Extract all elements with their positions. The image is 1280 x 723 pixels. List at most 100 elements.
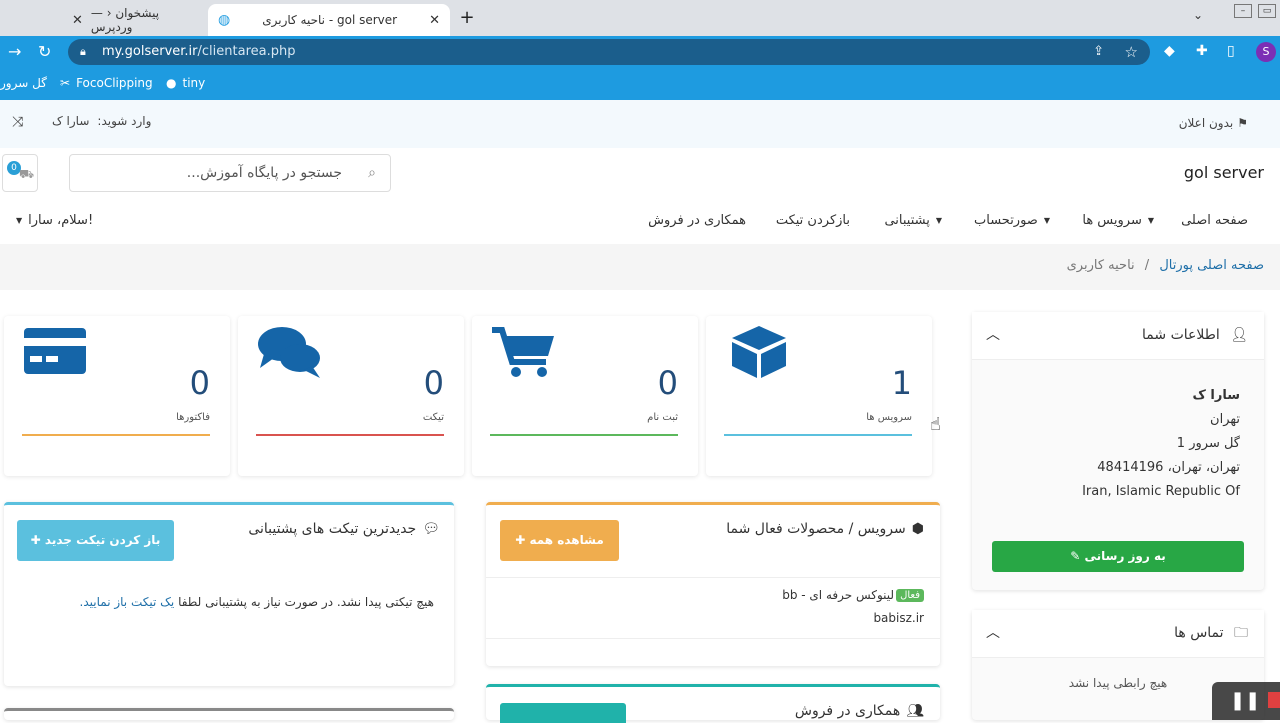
nav-support[interactable]: پشتیبانی ▼ bbox=[884, 213, 942, 228]
profile-avatar[interactable]: S bbox=[1256, 42, 1276, 62]
caret-down-icon: ▼ bbox=[1147, 216, 1154, 225]
nav-services[interactable]: سرویس ها ▼ bbox=[1082, 213, 1154, 228]
shuffle-icon[interactable]: ⤨ bbox=[12, 114, 23, 130]
cart-button[interactable]: 0 ⛟ bbox=[2, 154, 38, 192]
stat-underline bbox=[256, 434, 444, 436]
bookmark-fococlipping[interactable]: ✂ FocoClipping bbox=[60, 76, 153, 90]
browser-tab-strip: ✕ پیشخوان ‹ — وردپرس ◍ ناحیه کاربری - go… bbox=[0, 0, 1280, 36]
stat-tickets[interactable]: 0 تیکت bbox=[238, 316, 464, 476]
stat-services[interactable]: 1 سرویس ها bbox=[706, 316, 932, 476]
close-tab-icon[interactable]: ✕ bbox=[429, 13, 440, 28]
nav-open-ticket[interactable]: بازکردن تیکت bbox=[776, 213, 850, 228]
bookmark-gol-server[interactable]: گل سرور bbox=[0, 76, 47, 90]
new-tab-button[interactable]: + bbox=[455, 7, 479, 31]
stat-label: فاکتورها bbox=[176, 412, 210, 423]
login-user[interactable]: سارا ک bbox=[52, 114, 89, 128]
account-panel-header[interactable]: 👤︎ اطلاعات شما ︿ bbox=[972, 312, 1264, 360]
stat-value: 1 bbox=[891, 364, 912, 402]
cube-icon: ⬢ bbox=[911, 521, 924, 537]
tab-wordpress[interactable]: ✕ پیشخوان ‹ — وردپرس bbox=[62, 4, 206, 36]
pencil-icon: ✎ bbox=[1070, 549, 1081, 563]
breadcrumb-separator: / bbox=[1144, 258, 1150, 273]
account-name: سارا ک bbox=[1192, 388, 1240, 403]
url-domain: my.golserver.ir bbox=[102, 44, 198, 59]
restore-icon[interactable]: ▭ bbox=[1258, 4, 1276, 18]
plus-icon: ✚ bbox=[515, 533, 526, 547]
open-ticket-link[interactable]: یک تیکت باز نمایید. bbox=[80, 595, 175, 609]
reload-icon[interactable]: ↻ bbox=[38, 42, 51, 61]
search-icon[interactable]: ⌕ bbox=[368, 155, 376, 191]
sidepanel-icon[interactable]: ▯ bbox=[1227, 43, 1235, 59]
nav-label: بازکردن تیکت bbox=[775, 213, 850, 228]
notifications-link[interactable]: بدون اعلان ⚑ bbox=[1179, 116, 1248, 130]
folder-icon: 🗀︎ bbox=[1234, 625, 1248, 641]
star-icon[interactable]: ☆ bbox=[1125, 39, 1138, 65]
nav-affiliates[interactable]: همکاری در فروش bbox=[648, 213, 746, 228]
nav-home[interactable]: صفحه اصلی bbox=[1181, 213, 1248, 228]
caret-down-icon: ▼ bbox=[935, 216, 942, 225]
bookmark-label: FocoClipping bbox=[76, 76, 153, 90]
chevron-up-icon[interactable]: ︿ bbox=[986, 610, 1000, 656]
account-details: سارا ک تهران گل سرور 1 تهران، تهران، 484… bbox=[1082, 384, 1240, 504]
contacts-panel-header[interactable]: 🗀︎ تماس ها ︿ bbox=[972, 610, 1264, 658]
cart-icon: ⛟ bbox=[19, 167, 35, 181]
credit-card-icon bbox=[24, 328, 86, 374]
affiliate-panel-title: 👥︎ همکاری در فروش bbox=[795, 703, 924, 719]
search-placeholder: جستجو در پایگاه آموزش... bbox=[186, 165, 342, 181]
chevron-up-icon[interactable]: ︿ bbox=[986, 312, 1000, 358]
nav-label: پشتیبانی bbox=[884, 213, 930, 228]
forward-icon[interactable]: → bbox=[8, 42, 21, 61]
cart-icon bbox=[492, 327, 554, 377]
stat-label: سرویس ها bbox=[866, 412, 912, 423]
panel-title: سرویس / محصولات فعال شما bbox=[726, 521, 906, 537]
close-tab-icon[interactable]: ✕ bbox=[72, 13, 83, 28]
cube-icon bbox=[732, 326, 786, 378]
share-icon[interactable]: ⇪ bbox=[1093, 39, 1104, 65]
extension-icon[interactable]: ◆ bbox=[1164, 43, 1175, 59]
scissors-icon: ✂ bbox=[60, 76, 71, 90]
hand-cursor-icon: ☝ bbox=[930, 414, 941, 435]
chevron-down-icon[interactable]: ⌄ bbox=[1193, 8, 1203, 22]
view-all-label: مشاهده همه bbox=[529, 533, 604, 547]
stat-registrations[interactable]: 0 ثبت نام bbox=[472, 316, 698, 476]
user-greeting-menu[interactable]: ▼ سلام، سارا! bbox=[16, 213, 93, 228]
globe-icon: ◍ bbox=[218, 12, 231, 28]
affiliate-button[interactable] bbox=[500, 703, 626, 723]
new-ticket-button[interactable]: ✚ باز کردن تیکت جدید bbox=[17, 520, 174, 561]
bookmark-tiny[interactable]: ● tiny bbox=[166, 76, 205, 90]
view-all-button[interactable]: ✚ مشاهده همه bbox=[500, 520, 619, 561]
plus-icon: ✚ bbox=[30, 533, 41, 547]
tickets-panel: 💬︎ جدیدترین تیکت های پشتیبانی ✚ باز کردن… bbox=[4, 502, 454, 686]
service-domain: babisz.ir bbox=[873, 611, 924, 625]
pause-overlay[interactable]: ❚❚ bbox=[1212, 682, 1280, 720]
stat-value: 0 bbox=[423, 364, 444, 402]
update-button[interactable]: ✎ به روز رسانی bbox=[992, 541, 1244, 572]
caret-down-icon: ▼ bbox=[1043, 216, 1050, 225]
flag-icon: ⚑ bbox=[1237, 116, 1248, 130]
breadcrumb-home[interactable]: صفحه اصلی پورتال bbox=[1159, 258, 1264, 273]
tab-clientarea[interactable]: ◍ ناحیه کاربری - gol server ✕ bbox=[208, 4, 450, 36]
nav-billing[interactable]: صورتحساب ▼ bbox=[974, 213, 1050, 228]
service-row: فعال لینوکس حرفه ای - bb bbox=[782, 588, 924, 602]
comments-icon bbox=[258, 327, 320, 378]
stat-label: تیکت bbox=[422, 412, 444, 423]
search-input[interactable]: ⌕ جستجو در پایگاه آموزش... bbox=[69, 154, 391, 192]
login-label: وارد شوید: bbox=[97, 114, 152, 128]
lock-icon: 🔒︎ bbox=[80, 45, 86, 58]
update-label: به روز رسانی bbox=[1084, 549, 1166, 563]
main-nav: صفحه اصلی سرویس ها ▼ صورتحساب ▼ پشتیبانی ▼ … bbox=[0, 200, 1280, 244]
site-header: gol server ⌕ جستجو در پایگاه آموزش... 0 … bbox=[0, 148, 1280, 200]
account-address: تهران، تهران، 48414196 bbox=[1097, 460, 1240, 475]
stat-invoices[interactable]: 0 فاکتورها bbox=[4, 316, 230, 476]
minimize-icon[interactable]: – bbox=[1234, 4, 1252, 18]
logged-in-info: وارد شوید: سارا ک bbox=[52, 114, 151, 128]
url-field[interactable]: 🔒︎ my.golserver.ir/clientarea.php ⇪ ☆ bbox=[68, 39, 1150, 65]
tab-title: پیشخوان ‹ — وردپرس bbox=[90, 6, 160, 34]
puzzle-icon[interactable]: ✚ bbox=[1196, 43, 1208, 59]
brand-logo[interactable]: gol server bbox=[1184, 163, 1264, 182]
stat-label: ثبت نام bbox=[647, 412, 678, 423]
pause-icon[interactable]: ❚❚ bbox=[1230, 690, 1260, 711]
service-list-item[interactable]: فعال لینوکس حرفه ای - bb babisz.ir bbox=[486, 577, 940, 639]
bottom-left-panel bbox=[4, 708, 454, 720]
caret-down-icon: ▼ bbox=[16, 216, 23, 225]
